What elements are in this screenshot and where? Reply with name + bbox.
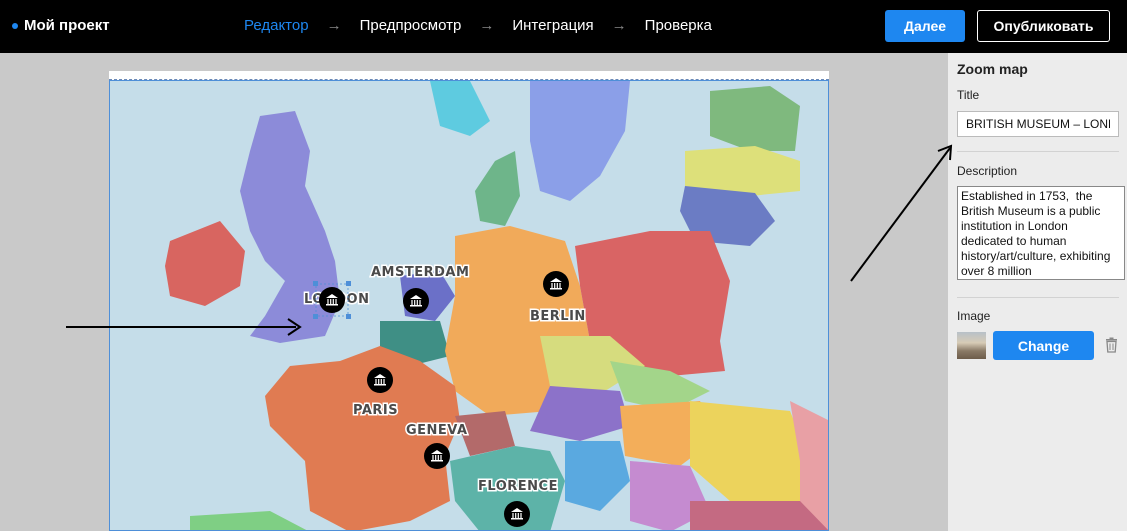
museum-icon[interactable]	[319, 287, 345, 313]
page-top-strip	[109, 71, 829, 80]
project-dot-icon	[12, 22, 18, 29]
museum-icon[interactable]	[424, 443, 450, 469]
wizard-steps: Редактор → Предпросмотр → Интеграция → П…	[244, 17, 712, 34]
title-label: Title	[957, 88, 980, 102]
image-label: Image	[957, 309, 991, 323]
image-thumbnail	[957, 332, 986, 359]
properties-panel: Zoom map Title Description Established i…	[948, 53, 1127, 531]
top-bar: Мой проект Редактор → Предпросмотр → Инт…	[0, 0, 1127, 53]
panel-heading: Zoom map	[957, 61, 1028, 77]
title-input[interactable]	[957, 111, 1119, 137]
step-integration[interactable]: Интеграция	[512, 17, 593, 34]
publish-button[interactable]: Опубликовать	[977, 10, 1110, 42]
city-label-geneva: GENEVA	[406, 423, 468, 438]
museum-icon[interactable]	[543, 271, 569, 297]
arrow-right-icon: →	[326, 17, 342, 34]
next-button[interactable]: Далее	[885, 10, 965, 42]
city-label-florence: FLORENCE	[478, 479, 558, 494]
museum-icon[interactable]	[504, 501, 530, 527]
arrow-right-icon: →	[611, 17, 627, 34]
arrow-right-icon: →	[479, 17, 495, 34]
step-review[interactable]: Проверка	[645, 17, 712, 34]
city-label-berlin: BERLIN	[530, 309, 586, 324]
project-name: Мой проект	[24, 17, 110, 34]
step-preview[interactable]: Предпросмотр	[360, 17, 462, 34]
step-editor[interactable]: Редактор	[244, 17, 309, 34]
museum-icon[interactable]	[403, 288, 429, 314]
trash-icon[interactable]	[1105, 337, 1118, 353]
museum-icon[interactable]	[367, 367, 393, 393]
description-textarea[interactable]: Established in 1753, the British Museum …	[957, 186, 1125, 280]
europe-map: AMSTERDAM LONDON BERLIN PARIS GENEVA FLO…	[110, 81, 828, 530]
city-label-amsterdam: AMSTERDAM	[371, 265, 469, 280]
divider	[957, 297, 1119, 298]
change-image-button[interactable]: Change	[993, 331, 1094, 360]
project-title: Мой проект	[12, 17, 110, 34]
description-label: Description	[957, 164, 1018, 178]
city-label-paris: PARIS	[353, 403, 398, 418]
map-frame[interactable]: AMSTERDAM LONDON BERLIN PARIS GENEVA FLO…	[109, 80, 829, 531]
editor-canvas: AMSTERDAM LONDON BERLIN PARIS GENEVA FLO…	[0, 53, 948, 531]
divider	[957, 151, 1119, 152]
